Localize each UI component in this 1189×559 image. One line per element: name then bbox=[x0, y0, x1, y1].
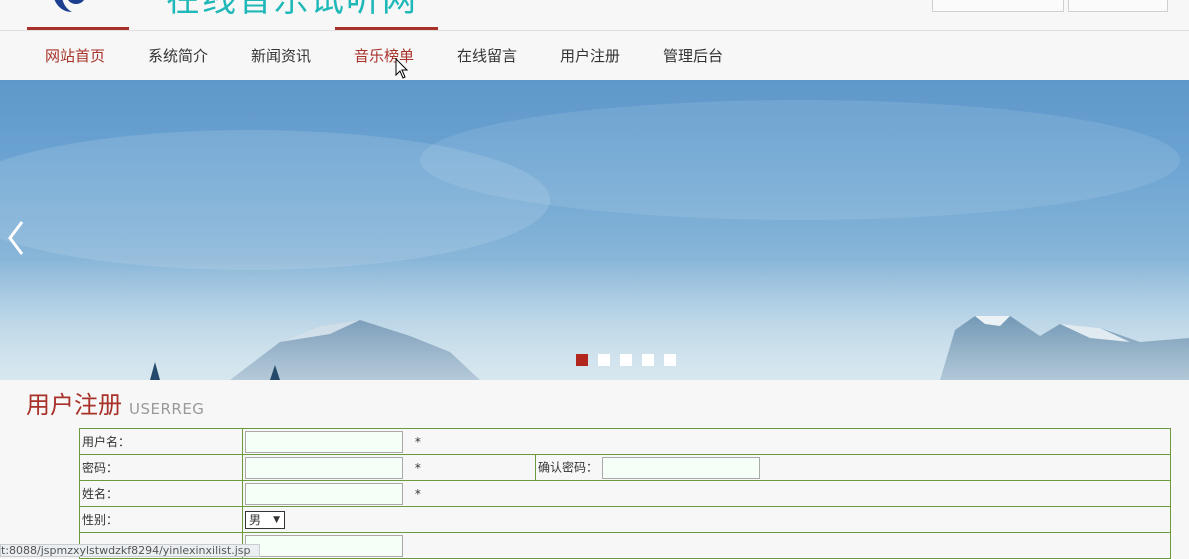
nav-home[interactable]: 网站首页 bbox=[45, 47, 105, 65]
password-cell: * bbox=[242, 454, 536, 481]
main-nav: 网站首页 系统简介 新闻资讯 音乐榜单 在线留言 用户注册 管理后台 bbox=[0, 31, 1189, 80]
nav-register[interactable]: 用户注册 bbox=[560, 47, 620, 65]
banner-dot-1[interactable] bbox=[576, 354, 588, 366]
username-label: 用户名： bbox=[79, 428, 243, 455]
table-row: 密码： * 确认密码： bbox=[79, 454, 1171, 481]
register-section-title: 用户注册 bbox=[26, 391, 122, 419]
password-input[interactable] bbox=[245, 456, 403, 479]
gender-selected-value: 男 bbox=[249, 512, 262, 527]
name-cell: * bbox=[242, 480, 1171, 507]
register-form-table: 用户名： * 密码： * 确认密码： 姓名： * 性别： 男 ▼ bbox=[79, 428, 1171, 559]
confirm-password-cell: 确认密码： bbox=[535, 454, 1171, 481]
required-mark: * bbox=[414, 434, 421, 449]
banner-dot-4[interactable] bbox=[642, 354, 654, 366]
site-logo-icon[interactable] bbox=[46, 0, 88, 18]
banner-prev-arrow-icon[interactable] bbox=[4, 218, 28, 258]
site-title: 在线音乐试听网 bbox=[166, 0, 418, 20]
header-search-button[interactable] bbox=[1068, 0, 1168, 12]
table-row: 姓名： * bbox=[79, 480, 1171, 507]
register-section-subtitle: USERREG bbox=[129, 400, 205, 418]
nav-admin[interactable]: 管理后台 bbox=[663, 47, 723, 65]
banner-image bbox=[0, 100, 1189, 380]
gender-cell: 男 ▼ bbox=[242, 506, 1171, 533]
banner-dot-3[interactable] bbox=[620, 354, 632, 366]
header-search-box[interactable] bbox=[932, 0, 1064, 12]
name-input[interactable] bbox=[245, 482, 403, 505]
username-input[interactable] bbox=[245, 430, 403, 453]
confirm-password-input[interactable] bbox=[601, 456, 760, 479]
nav-about[interactable]: 系统简介 bbox=[148, 47, 208, 65]
table-row: 用户名： * bbox=[79, 428, 1171, 455]
gender-select[interactable]: 男 ▼ bbox=[245, 510, 285, 529]
username-cell: * bbox=[242, 428, 1171, 455]
dropdown-arrow-icon: ▼ bbox=[273, 514, 280, 525]
nav-news[interactable]: 新闻资讯 bbox=[251, 47, 311, 65]
nav-guestbook[interactable]: 在线留言 bbox=[457, 47, 517, 65]
name-label: 姓名： bbox=[79, 480, 243, 507]
table-row: 性别： 男 ▼ bbox=[79, 506, 1171, 533]
required-mark: * bbox=[414, 460, 421, 475]
banner-dot-5[interactable] bbox=[664, 354, 676, 366]
hero-banner bbox=[0, 80, 1189, 380]
site-header: 在线音乐试听网 bbox=[0, 0, 1189, 31]
password-label: 密码： bbox=[79, 454, 243, 481]
next-field-input[interactable] bbox=[245, 534, 403, 557]
required-mark: * bbox=[414, 486, 421, 501]
nav-active-indicator bbox=[27, 27, 129, 30]
banner-dot-2[interactable] bbox=[598, 354, 610, 366]
confirm-password-label: 确认密码： bbox=[538, 460, 599, 474]
browser-status-bar-url: t:8088/jspmzxylstwdzkf8294/yinlexinxilis… bbox=[0, 544, 260, 557]
nav-hover-indicator bbox=[335, 27, 438, 30]
gender-label: 性别： bbox=[79, 506, 243, 533]
mouse-cursor-icon bbox=[395, 58, 409, 79]
